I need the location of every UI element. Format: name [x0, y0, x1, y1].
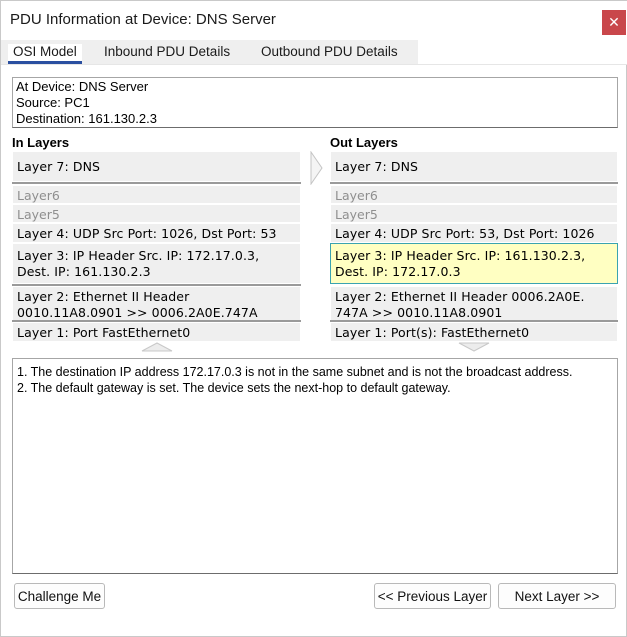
in-layer-3-line2: Dest. IP: 161.130.2.3	[17, 264, 151, 279]
out-layer-1-label: Layer 1: Port(s): FastEthernet0	[335, 325, 530, 340]
in-layer-7[interactable]: Layer 7: DNS	[12, 151, 301, 182]
in-layer-2-line2: 0010.11A8.0901 >> 0006.2A0E.747A	[17, 305, 258, 320]
description-line-1: 1. The destination IP address 172.17.0.3…	[17, 365, 573, 379]
in-layer-6: Layer6	[12, 185, 301, 204]
out-layer-3-line2: Dest. IP: 172.17.0.3	[335, 264, 461, 279]
out-layer-6-label: Layer6	[335, 188, 378, 203]
destination-text: Destination: 161.130.2.3	[16, 111, 157, 126]
tab-bar: OSI Model Inbound PDU Details Outbound P…	[1, 40, 627, 64]
source-text: Source: PC1	[16, 95, 90, 110]
tab-outbound-pdu-details[interactable]: Outbound PDU Details	[256, 44, 403, 64]
in-layer-1[interactable]: Layer 1: Port FastEthernet0	[12, 322, 301, 342]
in-layers-heading: In Layers	[12, 135, 70, 150]
out-layer-7[interactable]: Layer 7: DNS	[330, 151, 618, 182]
in-layer-4-label: Layer 4: UDP Src Port: 1026, Dst Port: 5…	[17, 226, 277, 241]
in-layer-4[interactable]: Layer 4: UDP Src Port: 1026, Dst Port: 5…	[12, 223, 301, 243]
in-layer-5-label: Layer5	[17, 207, 60, 222]
in-layer-2[interactable]: Layer 2: Ethernet II Header 0010.11A8.09…	[12, 286, 301, 321]
out-layer-5-label: Layer5	[335, 207, 378, 222]
out-layer-2-line2: 747A >> 0010.11A8.0901	[335, 305, 503, 320]
device-name: At Device: DNS Server	[16, 79, 149, 94]
out-layers-scroll-down-icon[interactable]	[458, 342, 490, 352]
tab-osi-model[interactable]: OSI Model	[8, 44, 82, 64]
device-info-box: At Device: DNS Server Source: PC1 Destin…	[12, 77, 618, 128]
in-layer-3[interactable]: Layer 3: IP Header Src. IP: 172.17.0.3, …	[12, 243, 301, 284]
in-layer-5: Layer5	[12, 204, 301, 223]
in-layer-3-line1: Layer 3: IP Header Src. IP: 172.17.0.3,	[17, 248, 260, 263]
out-layer-3-selected[interactable]: Layer 3: IP Header Src. IP: 161.130.2.3,…	[330, 243, 618, 284]
tab-divider	[1, 64, 627, 65]
out-layer-4-label: Layer 4: UDP Src Port: 53, Dst Port: 102…	[335, 226, 595, 241]
out-layer-5: Layer5	[330, 204, 618, 223]
challenge-me-button[interactable]: Challenge Me	[14, 583, 105, 609]
pdu-info-window: PDU Information at Device: DNS Server ✕ …	[0, 0, 627, 637]
description-line-2: 2. The default gateway is set. The devic…	[17, 381, 451, 395]
out-layer-3-line1: Layer 3: IP Header Src. IP: 161.130.2.3,	[335, 248, 586, 263]
out-layer-separator	[330, 182, 618, 184]
close-icon: ✕	[608, 14, 620, 31]
in-layer-1-label: Layer 1: Port FastEthernet0	[17, 325, 191, 340]
next-layer-button[interactable]: Next Layer >>	[498, 583, 616, 609]
in-layer-2-line1: Layer 2: Ethernet II Header	[17, 289, 190, 304]
out-layer-6: Layer6	[330, 185, 618, 204]
in-layers-scroll-up-icon[interactable]	[141, 342, 173, 352]
window-title: PDU Information at Device: DNS Server	[10, 11, 276, 28]
in-layer-separator	[12, 182, 301, 184]
out-layer-1[interactable]: Layer 1: Port(s): FastEthernet0	[330, 322, 618, 342]
tab-inbound-pdu-details[interactable]: Inbound PDU Details	[99, 44, 235, 64]
in-layer-7-label: Layer 7: DNS	[17, 159, 101, 174]
out-layer-2-line1: Layer 2: Ethernet II Header 0006.2A0E.	[335, 289, 585, 304]
next-layer-label: Next Layer >>	[514, 588, 600, 604]
out-layer-7-label: Layer 7: DNS	[335, 159, 419, 174]
close-button[interactable]: ✕	[602, 10, 626, 35]
in-layer-6-label: Layer6	[17, 188, 60, 203]
out-layers-heading: Out Layers	[330, 135, 398, 150]
challenge-me-label: Challenge Me	[17, 588, 102, 604]
out-layer-2[interactable]: Layer 2: Ethernet II Header 0006.2A0E. 7…	[330, 286, 618, 321]
title-bar: PDU Information at Device: DNS Server ✕	[1, 1, 627, 41]
layer-direction-arrow-icon	[310, 151, 323, 185]
previous-layer-button[interactable]: << Previous Layer	[374, 583, 491, 609]
previous-layer-label: << Previous Layer	[377, 588, 488, 604]
layer-description-box: 1. The destination IP address 172.17.0.3…	[12, 358, 618, 574]
out-layer-4[interactable]: Layer 4: UDP Src Port: 53, Dst Port: 102…	[330, 223, 618, 243]
